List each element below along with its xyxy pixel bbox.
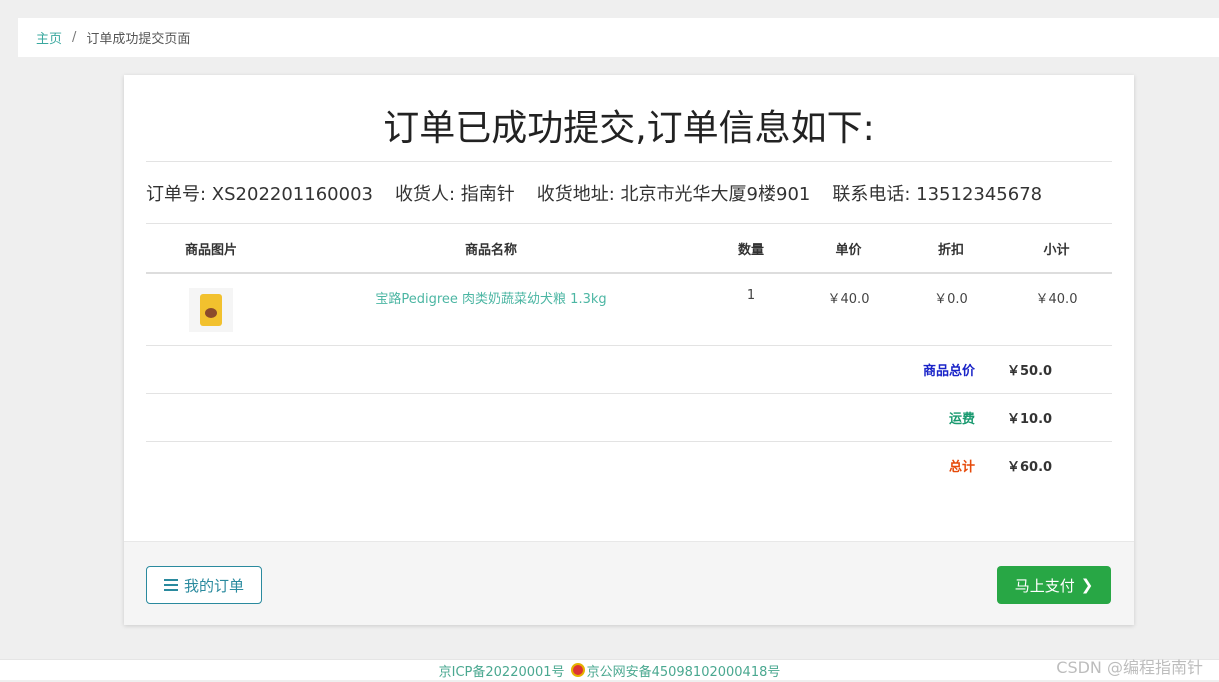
menu-icon bbox=[163, 579, 178, 591]
product-subtotal: ￥40.0 bbox=[1001, 273, 1112, 346]
order-number: 订单号: XS202201160003 bbox=[146, 183, 373, 205]
watermark: CSDN @编程指南针 bbox=[1056, 658, 1203, 677]
goods-total-label: 商品总价 bbox=[146, 345, 1001, 394]
card-footer: 我的订单 马上支付 ❯ bbox=[124, 541, 1134, 625]
my-orders-label: 我的订单 bbox=[183, 576, 244, 595]
breadcrumb-separator: / bbox=[72, 30, 77, 45]
product-image[interactable] bbox=[189, 288, 233, 332]
police-link[interactable]: 京公网安备45098102000418号 bbox=[587, 661, 781, 680]
breadcrumb-current: 订单成功提交页面 bbox=[86, 32, 191, 47]
receiver: 收货人: 指南针 bbox=[394, 183, 515, 205]
col-header-price: 单价 bbox=[796, 224, 901, 274]
chevron-right-icon: ❯ bbox=[1080, 576, 1094, 594]
shipping-value: ￥10.0 bbox=[1001, 393, 1112, 442]
shipping-row: 运费 ￥10.0 bbox=[146, 393, 1112, 442]
col-header-qty: 数量 bbox=[706, 224, 796, 274]
order-success-card: 订单已成功提交,订单信息如下: 订单号: XS202201160003 收货人:… bbox=[124, 75, 1134, 625]
goods-total-value: ￥50.0 bbox=[1001, 345, 1112, 394]
card-body: 订单已成功提交,订单信息如下: 订单号: XS202201160003 收货人:… bbox=[124, 75, 1134, 541]
product-qty: 1 bbox=[706, 273, 796, 346]
address: 收货地址: 北京市光华大厦9楼901 bbox=[536, 183, 811, 205]
breadcrumb: 主页 / 订单成功提交页面 bbox=[18, 18, 1219, 57]
total-value: ￥60.0 bbox=[1007, 459, 1053, 475]
total-label: 总计 bbox=[948, 459, 975, 475]
breadcrumb-home-link[interactable]: 主页 bbox=[36, 28, 62, 47]
col-header-discount: 折扣 bbox=[901, 224, 1001, 274]
product-name-link[interactable]: 宝路Pedigree 肉类奶蔬菜幼犬粮 1.3kg bbox=[375, 292, 606, 307]
page-title: 订单已成功提交,订单信息如下: bbox=[146, 75, 1112, 162]
goods-total-row: 商品总价 ￥50.0 bbox=[146, 345, 1112, 394]
product-price: ￥40.0 bbox=[796, 273, 901, 346]
total-row: 总计 ￥60.0 bbox=[146, 441, 1112, 489]
phone: 联系电话: 13512345678 bbox=[832, 183, 1043, 205]
order-items-table: 商品图片 商品名称 数量 单价 折扣 小计 宝路Pedigree 肉类奶蔬菜幼犬… bbox=[146, 224, 1112, 489]
col-header-image: 商品图片 bbox=[146, 224, 276, 274]
table-row: 宝路Pedigree 肉类奶蔬菜幼犬粮 1.3kg 1 ￥40.0 ￥0.0 ￥… bbox=[146, 273, 1112, 346]
product-discount: ￥0.0 bbox=[901, 273, 1001, 346]
pay-now-button[interactable]: 马上支付 ❯ bbox=[997, 566, 1111, 604]
police-badge-icon bbox=[570, 663, 585, 677]
shipping-label: 运费 bbox=[146, 393, 1001, 442]
order-info: 订单号: XS202201160003 收货人: 指南针 收货地址: 北京市光华… bbox=[146, 162, 1112, 224]
col-header-subtotal: 小计 bbox=[1001, 224, 1112, 274]
pay-now-label: 马上支付 bbox=[1014, 576, 1075, 595]
my-orders-button[interactable]: 我的订单 bbox=[146, 566, 262, 604]
col-header-name: 商品名称 bbox=[276, 224, 706, 274]
site-footer: 京ICP备20220001号 京公网安备45098102000418号 bbox=[0, 659, 1219, 680]
icp-link[interactable]: 京ICP备20220001号 bbox=[439, 661, 565, 680]
table-header-row: 商品图片 商品名称 数量 单价 折扣 小计 bbox=[146, 224, 1112, 274]
